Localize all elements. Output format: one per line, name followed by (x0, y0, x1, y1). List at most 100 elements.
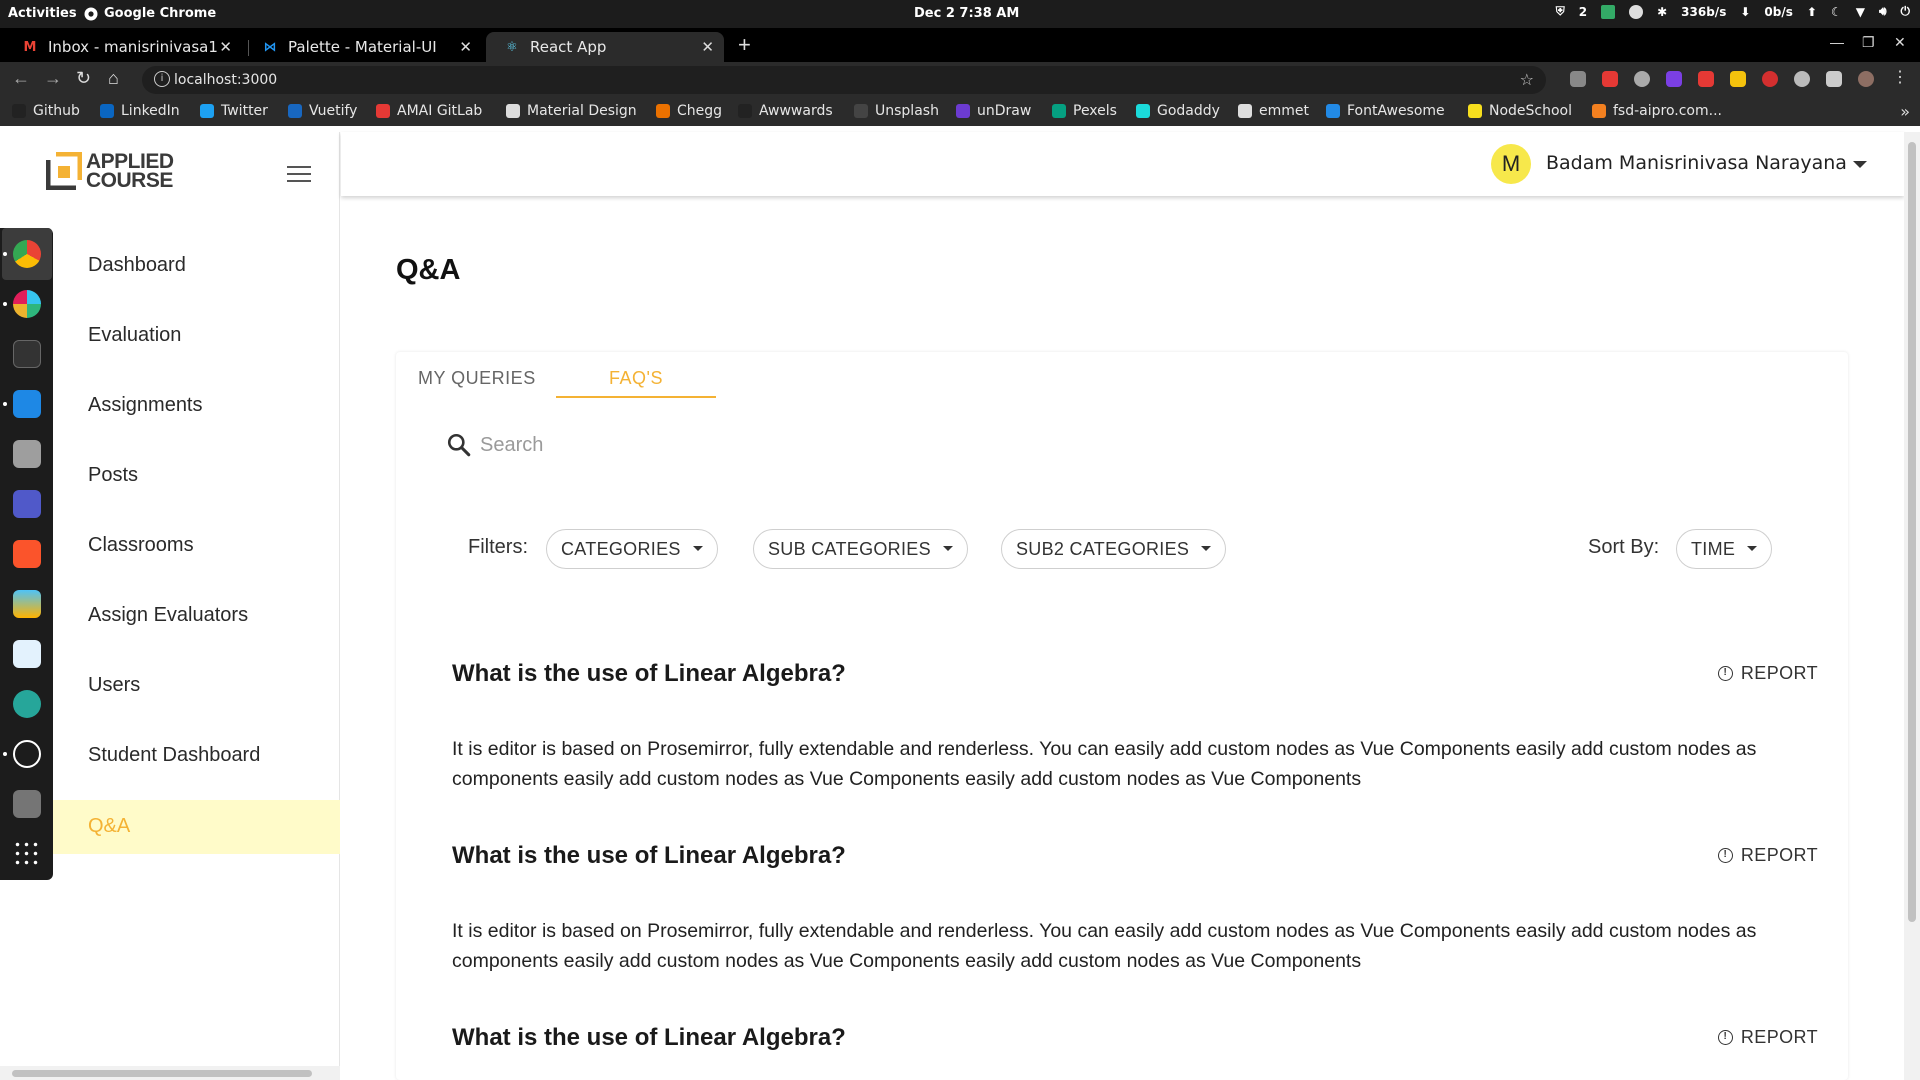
tab-my-queries[interactable]: MY QUERIES (418, 368, 536, 389)
report-info-icon: ! (1717, 666, 1733, 681)
caret-down-icon[interactable] (1853, 161, 1867, 168)
report-button[interactable]: ! REPORT (1717, 845, 1818, 866)
faq-question[interactable]: What is the use of Linear Algebra? (452, 660, 846, 688)
bookmark-item[interactable]: unDraw (956, 103, 1031, 119)
chrome-dock-icon[interactable] (13, 240, 41, 268)
close-tab-icon[interactable]: ✕ (701, 38, 714, 56)
extension-icon[interactable] (1602, 71, 1618, 87)
extension-icon[interactable] (1698, 71, 1714, 87)
tab-label: React App (530, 38, 607, 56)
hamburger-menu-icon[interactable] (287, 166, 311, 182)
slack-dock-icon[interactable] (13, 290, 41, 318)
minimize-icon[interactable]: — (1830, 34, 1844, 50)
bookmark-item[interactable]: fsd-aipro.com... (1592, 103, 1722, 119)
faq-answer: It is editor is based on Prosemirror, fu… (452, 738, 1757, 790)
show-apps-grid-icon[interactable] (13, 840, 41, 868)
scrollbar-thumb[interactable] (1908, 142, 1916, 922)
tab-gmail[interactable]: M Inbox - manisrinivasa199 ✕ (4, 32, 242, 62)
close-tab-icon[interactable]: ✕ (219, 38, 232, 56)
vscode-dock-icon[interactable] (13, 390, 41, 418)
reload-icon[interactable]: ↻ (76, 68, 91, 89)
extension-icon[interactable] (1730, 71, 1746, 87)
filter-sub-categories-dropdown[interactable]: SUB CATEGORIES (753, 529, 968, 569)
wifi-icon: ▼ (1855, 4, 1865, 19)
horizontal-scrollbar[interactable] (0, 1066, 340, 1080)
filter-categories-dropdown[interactable]: CATEGORIES (546, 529, 718, 569)
bookmark-item[interactable]: Material Design (506, 103, 637, 119)
home-icon[interactable]: ⌂ (108, 68, 119, 89)
bookmark-item[interactable]: emmet (1238, 103, 1309, 119)
faq-question[interactable]: What is the use of Linear Algebra? (452, 1024, 846, 1052)
filters-label: Filters: (468, 536, 528, 558)
whatsapp-dock-icon[interactable] (13, 740, 41, 768)
files-dock-icon[interactable] (13, 440, 41, 468)
brave-dock-icon[interactable] (13, 540, 41, 568)
vertical-scrollbar[interactable] (1904, 132, 1920, 1080)
bookmark-item[interactable]: LinkedIn (100, 103, 180, 119)
report-button[interactable]: ! REPORT (1717, 1027, 1818, 1048)
faq-question[interactable]: What is the use of Linear Algebra? (452, 842, 846, 870)
bookmark-item[interactable]: Awwwards (738, 103, 833, 119)
bookmark-label: Material Design (527, 103, 637, 119)
bookmark-favicon-icon (738, 104, 752, 118)
bookmark-item[interactable]: Unsplash (854, 103, 939, 119)
extensions-puzzle-icon[interactable] (1826, 71, 1842, 87)
bookmark-item[interactable]: NodeSchool (1468, 103, 1572, 119)
more-bookmarks-icon[interactable]: » (1900, 102, 1910, 121)
bookmark-item[interactable]: Github (12, 103, 80, 119)
restore-icon[interactable]: ❐ (1862, 34, 1875, 51)
bookmark-favicon-icon (200, 104, 214, 118)
teams-dock-icon[interactable] (13, 490, 41, 518)
bookmark-item[interactable]: Godaddy (1136, 103, 1220, 119)
user-name[interactable]: Badam Manisrinivasa Narayana (1546, 152, 1847, 174)
system-tray[interactable]: ⛨ 2 ✱ 336b/s ⬇ 0b/s ⬆ ☾ ▼ 🔊︎ ⏻ (1556, 4, 1910, 19)
sort-by-dropdown[interactable]: TIME (1676, 529, 1773, 569)
report-button[interactable]: ! REPORT (1717, 663, 1818, 684)
bookmark-item[interactable]: Twitter (200, 103, 268, 119)
bookmark-favicon-icon (12, 104, 26, 118)
bookmark-star-icon[interactable]: ☆ (1520, 70, 1534, 89)
tab-react-app[interactable]: ⚛ React App ✕ (486, 32, 724, 62)
menu-kebab-icon[interactable]: ⋮ (1892, 67, 1908, 86)
bookmark-item[interactable]: FontAwesome (1326, 103, 1445, 119)
extension-icon[interactable] (1794, 71, 1810, 87)
bookmark-favicon-icon (506, 104, 520, 118)
clock[interactable]: Dec 2 7:38 AM (914, 6, 1019, 21)
bookmark-item[interactable]: AMAI GitLab (376, 103, 482, 119)
close-tab-icon[interactable]: ✕ (459, 38, 472, 56)
extension-icon[interactable] (1762, 71, 1778, 87)
tab-material-ui[interactable]: ⋈ Palette - Material-UI ✕ (244, 32, 482, 62)
forward-icon[interactable]: → (44, 68, 62, 89)
update-dock-icon[interactable] (13, 690, 41, 718)
chrome-icon (84, 7, 98, 20)
avatar[interactable]: M (1491, 144, 1531, 184)
app-menu[interactable]: Google Chrome (84, 6, 216, 21)
applied-course-logo[interactable]: APPLIED COURSE (46, 151, 176, 192)
tab-faqs[interactable]: FAQ'S (609, 368, 663, 389)
logo-line-2: COURSE (86, 169, 173, 192)
extension-icon[interactable] (1634, 71, 1650, 87)
profile-avatar-icon[interactable] (1858, 71, 1874, 87)
image-viewer-dock-icon[interactable] (13, 590, 41, 618)
sidebar-item-label: Assignments (88, 394, 203, 416)
activities-button[interactable]: Activities (8, 6, 77, 21)
bookmark-item[interactable]: Pexels (1052, 103, 1117, 119)
extension-icon[interactable] (1666, 71, 1682, 87)
vuejs-devtools-icon[interactable] (1570, 71, 1586, 87)
back-icon[interactable]: ← (12, 68, 30, 89)
text-editor-dock-icon[interactable] (13, 640, 41, 668)
site-info-icon[interactable]: i (154, 71, 170, 87)
filter-sub2-categories-dropdown[interactable]: SUB2 CATEGORIES (1001, 529, 1227, 569)
bookmark-item[interactable]: Chegg (656, 103, 722, 119)
bookmark-favicon-icon (1326, 104, 1340, 118)
trash-dock-icon[interactable] (13, 790, 41, 818)
scrollbar-thumb[interactable] (12, 1070, 312, 1077)
search-input[interactable] (480, 428, 980, 462)
terminal-dock-icon[interactable] (13, 340, 41, 368)
close-window-icon[interactable]: ✕ (1894, 34, 1906, 51)
bookmark-item[interactable]: Vuetify (288, 103, 357, 119)
bookmark-label: FontAwesome (1347, 103, 1445, 119)
new-tab-button[interactable]: + (738, 32, 751, 58)
logo-mark-icon (46, 152, 82, 190)
address-bar[interactable]: i localhost:3000 ☆ (142, 66, 1546, 94)
